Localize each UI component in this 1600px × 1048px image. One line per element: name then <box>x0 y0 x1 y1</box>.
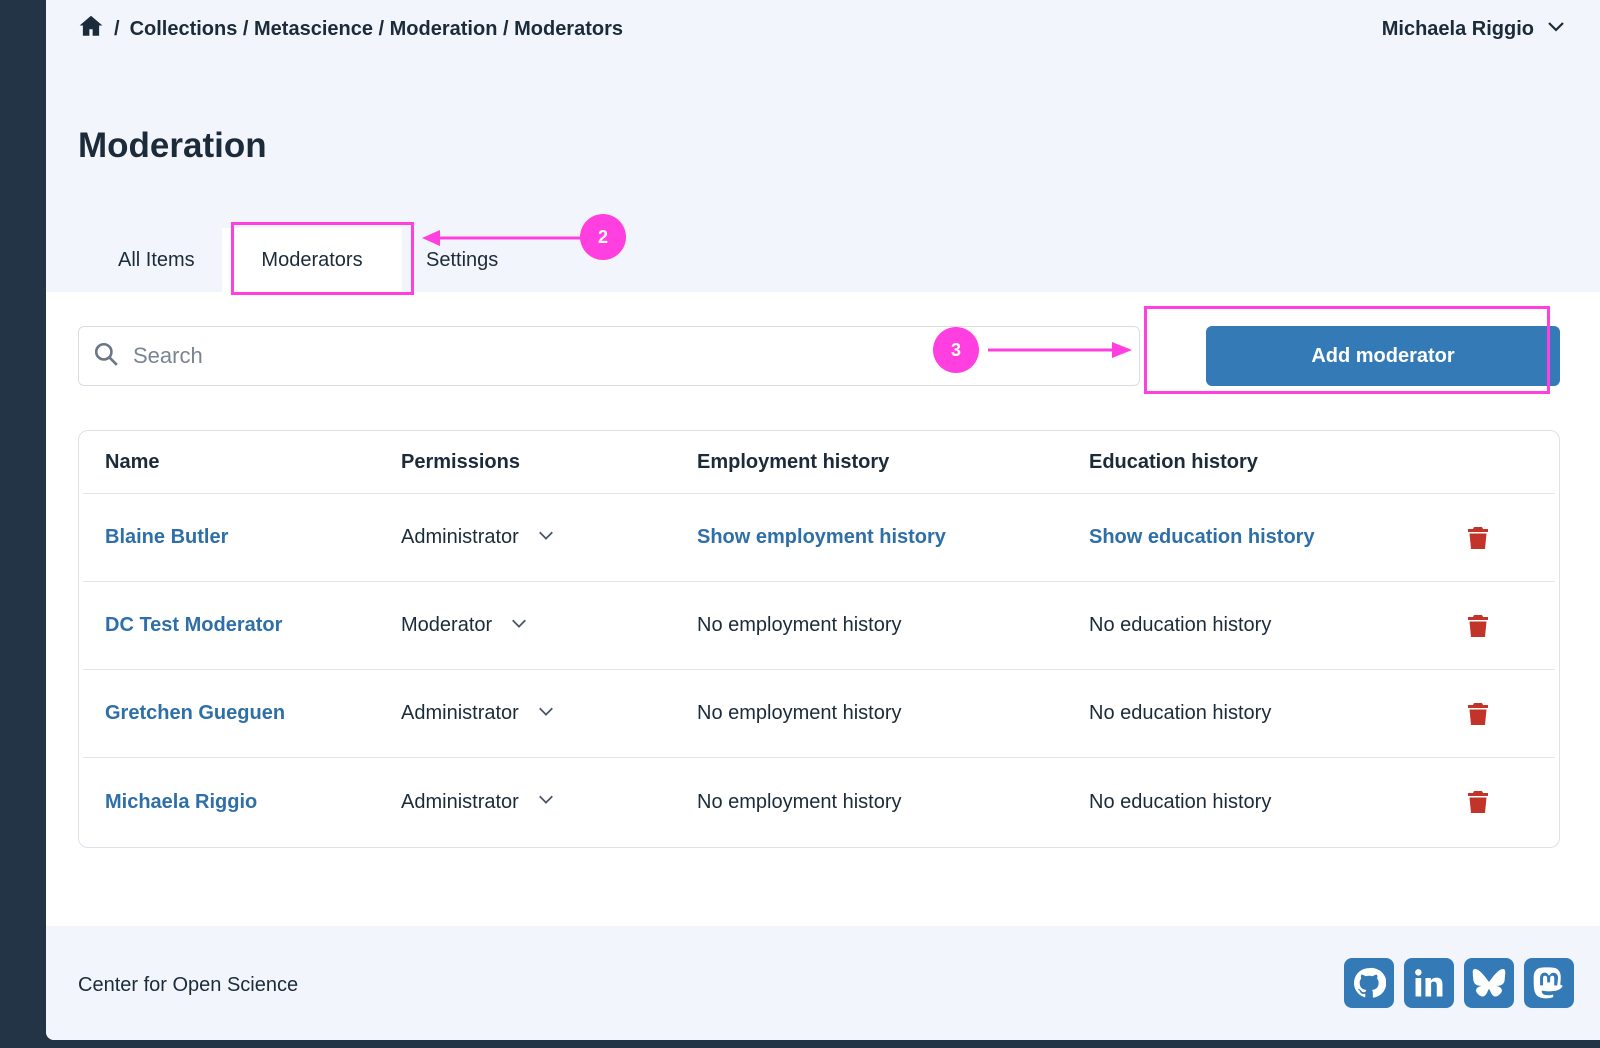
permission-value: Moderator <box>401 614 493 636</box>
education-history: No education history <box>1089 702 1272 724</box>
search-box <box>78 326 1140 386</box>
header-education: Education history <box>1089 450 1258 473</box>
trash-icon[interactable] <box>1467 790 1489 814</box>
home-icon[interactable] <box>78 13 104 45</box>
moderator-name-link[interactable]: Blaine Butler <box>105 526 228 549</box>
github-icon[interactable] <box>1344 958 1394 1008</box>
bluesky-icon[interactable] <box>1464 958 1514 1008</box>
chevron-down-icon <box>1546 16 1566 42</box>
annotation-step-3: 3 <box>933 327 979 373</box>
show-employment-link[interactable]: Show employment history <box>697 526 946 549</box>
moderator-name-link[interactable]: DC Test Moderator <box>105 614 282 637</box>
header-permissions: Permissions <box>401 450 520 473</box>
permission-value: Administrator <box>401 790 519 813</box>
education-history: No education history <box>1089 790 1272 813</box>
permission-select[interactable]: Administrator <box>401 526 555 550</box>
moderators-table: Name Permissions Employment history Educ… <box>78 430 1560 848</box>
top-bar: / Collections / Metascience / Moderation… <box>78 14 1566 44</box>
breadcrumb: / Collections / Metascience / Moderation… <box>78 13 623 45</box>
trash-icon[interactable] <box>1467 526 1489 550</box>
page-title: Moderation <box>78 126 267 165</box>
table-row: Michaela Riggio Administrator No employm… <box>83 758 1555 846</box>
employment-history: No employment history <box>697 702 902 724</box>
permission-value: Administrator <box>401 702 519 724</box>
app-page: / Collections / Metascience / Moderation… <box>46 0 1600 1040</box>
chevron-down-icon <box>537 790 555 814</box>
annotation-arrow-right <box>988 342 1132 358</box>
permission-select[interactable]: Administrator <box>401 790 555 814</box>
table-row: DC Test Moderator Moderator No employmen… <box>83 582 1555 670</box>
table-row: Gretchen Gueguen Administrator No employ… <box>83 670 1555 758</box>
trash-icon[interactable] <box>1467 614 1489 638</box>
search-icon <box>93 341 119 372</box>
linkedin-icon[interactable] <box>1404 958 1454 1008</box>
breadcrumb-path[interactable]: Collections / Metascience / Moderation /… <box>130 18 623 41</box>
header-employment: Employment history <box>697 450 890 473</box>
user-menu[interactable]: Michaela Riggio <box>1382 16 1566 42</box>
chevron-down-icon <box>537 526 555 550</box>
education-history: No education history <box>1089 614 1272 636</box>
permission-value: Administrator <box>401 526 519 548</box>
chevron-down-icon <box>510 614 528 638</box>
header-name: Name <box>105 450 160 473</box>
employment-history: No employment history <box>697 614 902 636</box>
annotation-highlight-moderators-tab <box>231 222 414 295</box>
permission-select[interactable]: Administrator <box>401 702 555 726</box>
breadcrumb-separator: / <box>114 17 120 40</box>
tab-all-items[interactable]: All Items <box>98 228 222 292</box>
annotation-highlight-add-button <box>1144 306 1550 394</box>
chevron-down-icon <box>537 702 555 726</box>
trash-icon[interactable] <box>1467 702 1489 726</box>
social-links <box>1344 958 1574 1008</box>
user-name: Michaela Riggio <box>1381 17 1534 40</box>
table-row: Blaine Butler Administrator Show employm… <box>83 494 1555 582</box>
annotation-step-2: 2 <box>580 214 626 260</box>
moderator-name-link[interactable]: Michaela Riggio <box>105 791 257 814</box>
table-header: Name Permissions Employment history Educ… <box>83 431 1555 494</box>
mastodon-icon[interactable] <box>1524 958 1574 1008</box>
moderator-name-link[interactable]: Gretchen Gueguen <box>105 702 285 725</box>
footer-text: Center for Open Science <box>78 974 299 996</box>
footer: Center for Open Science <box>46 926 1600 1040</box>
show-education-link[interactable]: Show education history <box>1089 526 1315 549</box>
permission-select[interactable]: Moderator <box>401 614 528 638</box>
employment-history: No employment history <box>697 790 902 813</box>
